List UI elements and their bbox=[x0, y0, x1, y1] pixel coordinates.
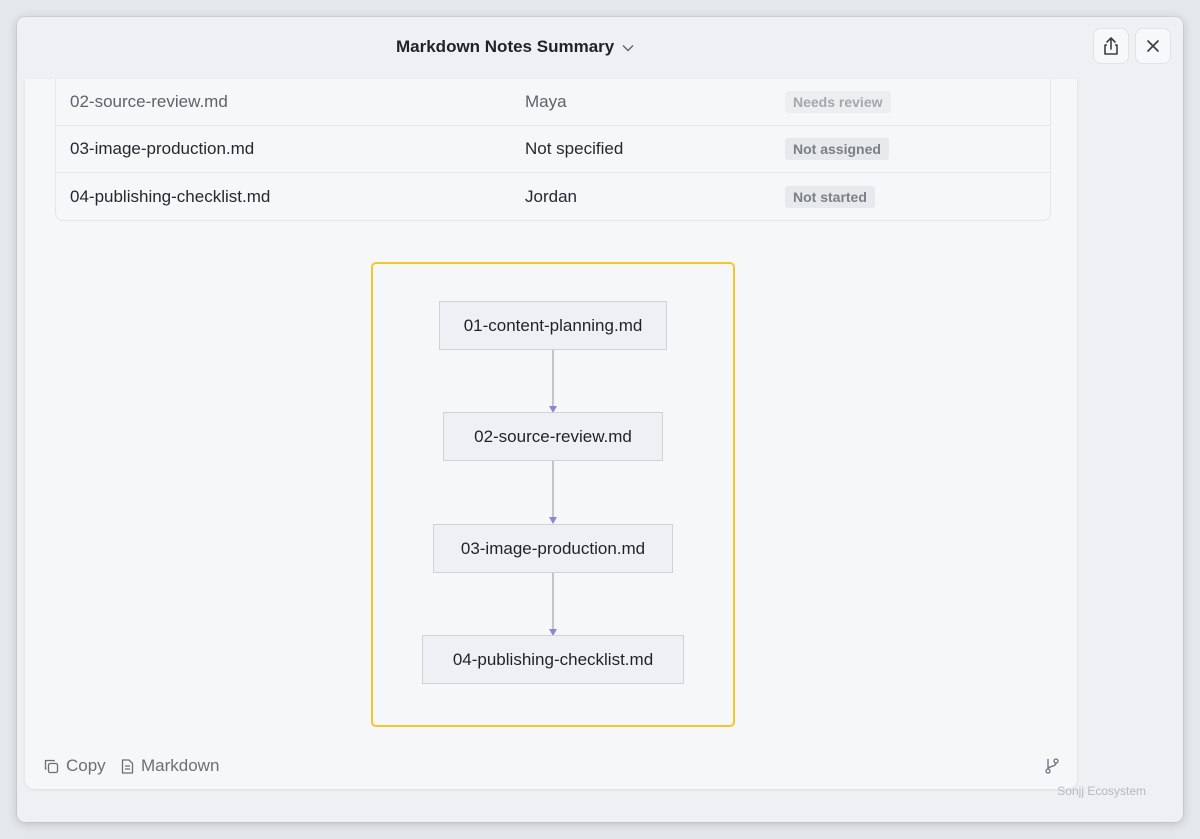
markdown-label: Markdown bbox=[141, 756, 220, 775]
file-cell: 03-image-production.md bbox=[70, 139, 255, 158]
status-badge: Not started bbox=[785, 185, 875, 208]
chevron-down-icon bbox=[622, 45, 634, 52]
document-icon bbox=[121, 758, 134, 774]
table-row: 04-publishing-checklist.md Jordan Not st… bbox=[56, 173, 1050, 220]
owner-cell: Maya bbox=[525, 92, 567, 111]
markdown-button[interactable]: Markdown bbox=[121, 756, 219, 776]
flow-diagram: 01-content-planning.md 02-source-review.… bbox=[371, 262, 735, 727]
title-bar: Markdown Notes Summary bbox=[17, 17, 1183, 79]
copy-button[interactable]: Copy bbox=[44, 756, 106, 776]
dialog-title: Markdown Notes Summary bbox=[396, 37, 615, 56]
flow-node: 01-content-planning.md bbox=[439, 301, 667, 350]
branch-button[interactable] bbox=[1045, 758, 1059, 779]
status-badge: Not assigned bbox=[785, 138, 889, 160]
copy-label: Copy bbox=[66, 756, 106, 775]
owner-cell: Not specified bbox=[525, 139, 624, 158]
flow-node: 03-image-production.md bbox=[433, 524, 673, 573]
panel-footer: Copy Markdown bbox=[25, 743, 1077, 789]
close-button[interactable] bbox=[1135, 28, 1171, 64]
table-row: 02-source-review.md Maya Needs review bbox=[56, 79, 1050, 126]
owner-cell: Jordan bbox=[525, 186, 577, 206]
file-cell: 02-source-review.md bbox=[70, 92, 228, 111]
file-cell: 04-publishing-checklist.md bbox=[70, 186, 271, 206]
status-badge: Needs review bbox=[785, 91, 891, 113]
title-dropdown[interactable]: Markdown Notes Summary bbox=[396, 37, 634, 57]
dialog-window: Markdown Notes Summary 02-source-review.… bbox=[17, 17, 1183, 822]
table-row: 03-image-production.md Not specified Not… bbox=[56, 126, 1050, 173]
watermark: Sonjj Ecosystem bbox=[1057, 784, 1146, 798]
arrow-head bbox=[549, 517, 557, 524]
content-panel: 02-source-review.md Maya Needs review 03… bbox=[25, 79, 1077, 789]
git-branch-icon bbox=[1045, 758, 1059, 774]
notes-table: 02-source-review.md Maya Needs review 03… bbox=[55, 79, 1051, 221]
flow-node: 02-source-review.md bbox=[443, 412, 663, 461]
copy-icon bbox=[44, 759, 59, 773]
share-button[interactable] bbox=[1093, 28, 1129, 64]
share-icon bbox=[1104, 37, 1118, 55]
close-icon bbox=[1147, 40, 1159, 52]
flow-node: 04-publishing-checklist.md bbox=[422, 635, 684, 684]
